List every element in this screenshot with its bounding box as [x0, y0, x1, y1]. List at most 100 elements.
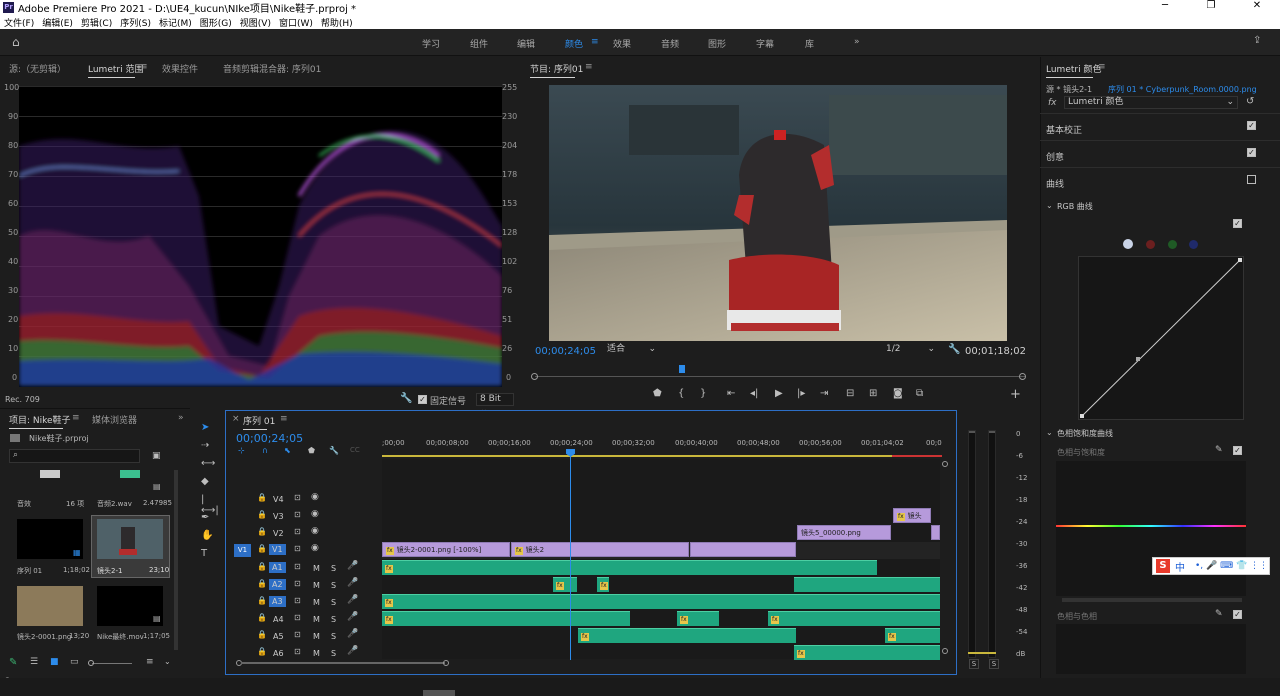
luma-channel-dot[interactable] [1123, 239, 1133, 249]
linked-select-icon[interactable]: ⬉ [284, 446, 291, 455]
lock-icon[interactable]: 🔒 [257, 630, 267, 639]
timeline-ruler[interactable]: ;00;00 00;00;08;00 00;00;16;00 00;00;24;… [382, 436, 942, 460]
lock-icon[interactable]: 🔒 [257, 510, 267, 519]
timeline-settings-icon[interactable]: 🔧 [329, 446, 339, 455]
clip-a2-b[interactable]: fx [597, 577, 609, 592]
clip-v1-a[interactable]: fx 镜头2-0001.png [-100%] [382, 542, 510, 557]
eyedropper-2-icon[interactable]: ✎ [1215, 609, 1223, 619]
item-name[interactable]: 音效 [17, 499, 31, 509]
status-bar-handle[interactable] [423, 690, 455, 696]
lumetri-title[interactable]: Lumetri 颜色 [1046, 62, 1101, 78]
clip-thumb[interactable] [97, 519, 163, 559]
more-tabs-icon[interactable]: » [178, 413, 184, 423]
clip-a6[interactable]: fx [794, 645, 940, 660]
creative-checkbox[interactable]: ✓ [1247, 148, 1256, 157]
menu-help[interactable]: 帮助(H) [317, 16, 357, 29]
lock-icon[interactable]: 🔒 [257, 613, 267, 622]
mic-icon[interactable]: 🎤 [347, 646, 358, 656]
clip-a2-a[interactable]: fx [553, 577, 577, 592]
tab-media-browser[interactable]: 媒体浏览器 [92, 413, 137, 426]
rgb-curves-chevron-icon[interactable]: ⌄ [1046, 201, 1053, 210]
tab-effect-controls[interactable]: 效果控件 [162, 62, 198, 75]
item-name[interactable]: Nike最终.mov [97, 632, 144, 642]
ws-color[interactable]: 颜色 [565, 37, 583, 50]
lock-icon[interactable]: 🔒 [257, 579, 267, 588]
ws-audio[interactable]: 音频 [661, 37, 679, 50]
lock-icon[interactable]: 🔒 [257, 647, 267, 656]
ws-libraries[interactable]: 库 [805, 37, 814, 50]
clip-a4-c[interactable]: fx [768, 611, 940, 626]
sync-icon[interactable]: ⊡ [294, 493, 301, 502]
mic-icon[interactable]: 🎤 [347, 578, 358, 588]
audio-thumb[interactable] [120, 470, 140, 478]
ime-lang[interactable]: 中 [1175, 559, 1185, 574]
curves-checkbox[interactable] [1247, 175, 1256, 184]
ws-assembly[interactable]: 组件 [470, 37, 488, 50]
rgb-curves-label[interactable]: RGB 曲线 [1057, 201, 1093, 212]
add-marker-icon[interactable]: ⬟ [653, 388, 662, 399]
clip-v2-b[interactable] [931, 525, 940, 540]
eye-icon[interactable]: ◉ [311, 509, 319, 519]
mute-button[interactable]: M [313, 649, 320, 658]
caption-icon[interactable]: CC [350, 446, 360, 454]
mic-icon[interactable]: 🎤 [347, 612, 358, 622]
hue-sat-chevron-icon[interactable]: ⌄ [1046, 428, 1053, 437]
eyedropper-icon[interactable]: ✎ [1215, 445, 1223, 455]
sync-icon[interactable]: ⊡ [294, 613, 301, 622]
h-scrollbar[interactable] [241, 662, 445, 664]
track-label[interactable]: A3 [269, 596, 286, 607]
timeline-vscroll-top[interactable] [942, 461, 948, 467]
ws-graphics[interactable]: 图形 [708, 37, 726, 50]
tab-audio-mixer[interactable]: 音频剪辑混合器: 序列01 [223, 62, 321, 75]
mute-button[interactable]: M [313, 615, 320, 624]
sync-icon[interactable]: ⊡ [294, 527, 301, 536]
mic-icon[interactable]: 🎤 [347, 561, 358, 571]
zoom-slider[interactable] [92, 663, 132, 664]
green-channel-dot[interactable] [1168, 240, 1177, 249]
hue-vs-sat-graph[interactable] [1056, 461, 1246, 596]
item-name[interactable]: 音频2.wav [97, 499, 132, 509]
lumetri-menu-icon[interactable]: ≡ [1098, 62, 1106, 72]
go-to-out-icon[interactable]: ⇥ [820, 388, 828, 399]
bit-depth-select[interactable]: 8 Bit ⌄ [476, 393, 514, 415]
ime-icons[interactable]: •, 🎤 ⌨ 👕 ⋮⋮ [1195, 561, 1268, 571]
tab-menu-icon[interactable]: ≡ [140, 62, 148, 72]
icon-view-icon[interactable]: ■ [50, 657, 59, 667]
solo-button[interactable]: S [331, 632, 336, 641]
clip-a4-a[interactable]: fx [382, 611, 630, 626]
image-thumb[interactable] [17, 586, 83, 626]
maximize-icon[interactable]: ❐ [1188, 0, 1234, 11]
lift-icon[interactable]: ⊟ [846, 388, 854, 399]
sync-icon[interactable]: ⊡ [294, 596, 301, 605]
play-icon[interactable]: ▶ [775, 388, 783, 399]
write-icon[interactable]: ✎ [9, 657, 17, 668]
audio-bin-thumb[interactable] [40, 470, 60, 478]
track-select-icon[interactable]: ⇢ [201, 440, 209, 451]
menu-file[interactable]: 文件(F) [0, 16, 38, 29]
extract-icon[interactable]: ⊞ [869, 388, 877, 399]
rgb-curve-graph[interactable] [1078, 256, 1244, 420]
rgb-curves-checkbox[interactable]: ✓ [1233, 219, 1242, 228]
minimize-icon[interactable]: ─ [1142, 0, 1188, 11]
program-scrubber-track[interactable] [535, 376, 1025, 377]
blue-channel-dot[interactable] [1189, 240, 1198, 249]
project-search-input[interactable]: ⌕ [9, 449, 140, 463]
ime-toolbar[interactable]: S 中 •, 🎤 ⌨ 👕 ⋮⋮ [1152, 557, 1270, 575]
selection-tool-icon[interactable]: ➤ [201, 422, 209, 433]
hue-vs-sat-checkbox[interactable]: ✓ [1233, 446, 1242, 455]
timeline-playhead[interactable] [570, 452, 571, 660]
type-tool-icon[interactable]: T [201, 548, 207, 559]
menu-edit[interactable]: 编辑(E) [38, 16, 77, 29]
solo-button[interactable]: S [331, 615, 336, 624]
step-forward-icon[interactable]: |▸ [797, 388, 805, 399]
ripple-edit-icon[interactable]: ⟷ [201, 458, 215, 469]
reset-icon[interactable]: ↺ [1246, 96, 1254, 107]
menu-clip[interactable]: 剪辑(C) [77, 16, 116, 29]
item-name[interactable]: 镜头2-1 [97, 566, 122, 576]
wrench-icon[interactable]: 🔧 [400, 393, 412, 404]
solo-button[interactable]: S [331, 598, 336, 607]
sort-chevron-icon[interactable]: ⌄ [164, 657, 171, 666]
tab-source[interactable]: 源:（无剪辑） [9, 62, 66, 75]
mute-button[interactable]: M [313, 564, 320, 573]
solo-left-button[interactable]: S [969, 659, 979, 669]
